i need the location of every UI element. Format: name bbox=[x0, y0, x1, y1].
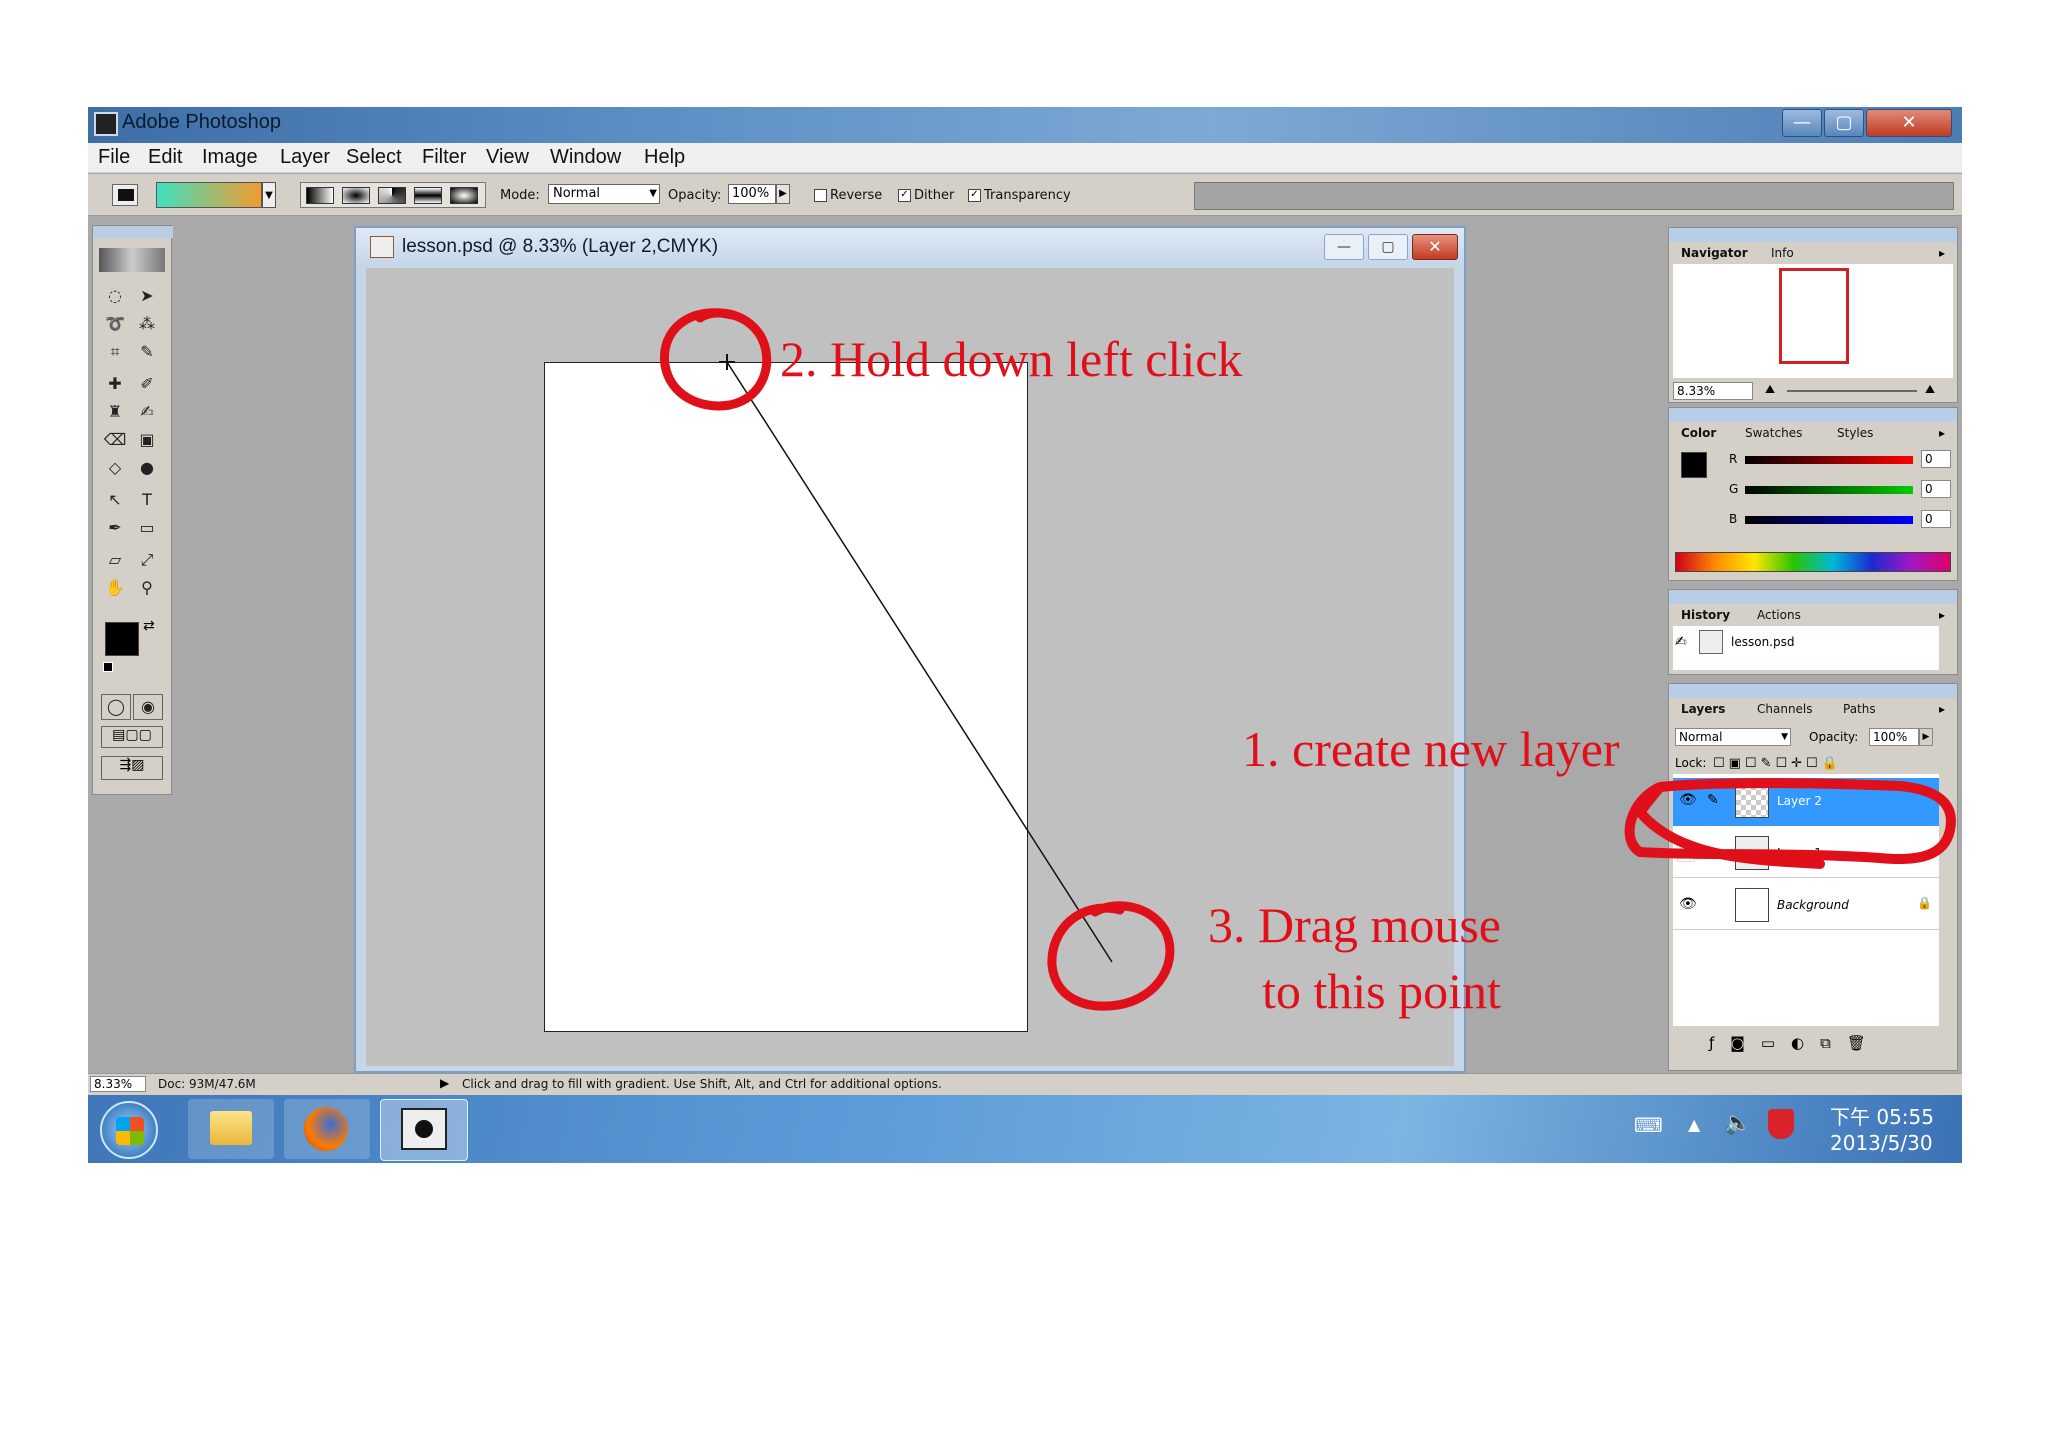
end-point-circle bbox=[1047, 901, 1175, 1011]
annotation-step-3-line1: 3. Drag mouse bbox=[1208, 897, 1501, 953]
annotation-step-1: 1. create new layer bbox=[1242, 721, 1620, 777]
start-point-circle bbox=[659, 308, 772, 411]
annotation-overlay bbox=[659, 308, 1956, 1011]
annotation-step-2: 2. Hold down left click bbox=[780, 331, 1243, 387]
layer-2-highlight-scribble bbox=[1624, 778, 1956, 869]
annotation-step-3-line2: to this point bbox=[1262, 963, 1501, 1019]
gradient-drag-line bbox=[726, 361, 1113, 963]
